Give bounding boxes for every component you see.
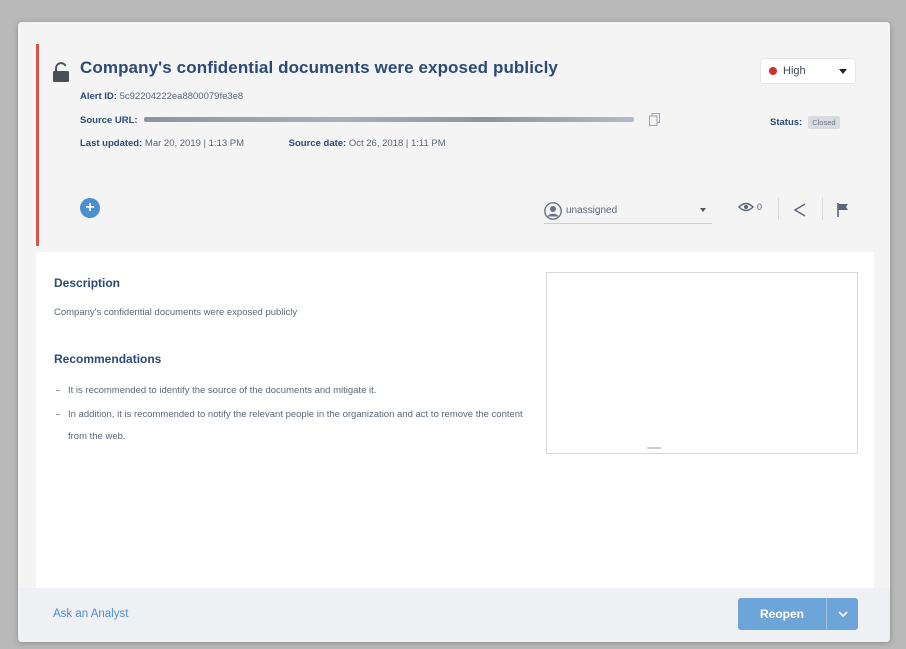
severity-dropdown[interactable]: High <box>760 58 856 84</box>
severity-dot-icon <box>769 67 777 75</box>
eye-icon <box>738 202 754 212</box>
chevron-down-icon <box>700 208 706 212</box>
reopen-button[interactable]: Reopen <box>738 598 826 630</box>
chevron-down-icon <box>837 610 848 617</box>
alert-id-row: Alert ID: 5c92204222ea8800079fe3e8 <box>80 91 243 102</box>
reopen-options-button[interactable] <box>826 598 858 630</box>
user-avatar-icon <box>544 201 562 220</box>
plus-icon: + <box>85 199 95 216</box>
last-updated-value: Mar 20, 2019 | 1:13 PM <box>144 138 245 149</box>
description-heading: Description <box>54 276 121 290</box>
alert-modal: Company's confidential documents were ex… <box>18 22 890 642</box>
alert-id-value: 5c92204222ea8800079fe3e8 <box>119 91 244 102</box>
dates-row: Last updated: Mar 20, 2019 | 1:13 PM Sou… <box>80 138 446 149</box>
alert-footer: Ask an Analyst Reopen <box>18 588 890 642</box>
ask-analyst-link[interactable]: Ask an Analyst <box>53 608 128 620</box>
assignee-value: unassigned <box>566 205 618 216</box>
watch-count: 0 <box>757 202 763 212</box>
alert-header: Company's confidential documents were ex… <box>18 22 890 252</box>
status-badge: Closed <box>808 116 840 129</box>
alert-body: Description Company's confidential docum… <box>36 252 874 588</box>
severity-indicator-bar <box>36 44 39 246</box>
preview-resize-handle[interactable] <box>647 447 661 449</box>
watch-button[interactable]: 0 <box>738 202 762 212</box>
source-url-label: Source URL: <box>80 115 138 127</box>
share-icon[interactable] <box>792 202 808 218</box>
status-row: Status: Closed <box>770 116 840 129</box>
recommendation-item: In addition, it is recommended to notify… <box>54 404 524 448</box>
reopen-split-button: Reopen <box>738 598 858 630</box>
recommendations-list: It is recommended to identify the source… <box>54 380 524 450</box>
alert-title: Company's confidential documents were ex… <box>80 58 558 77</box>
last-updated-label: Last updated: <box>80 138 143 149</box>
description-text: Company's confidential documents were ex… <box>54 307 298 318</box>
unlock-icon <box>53 62 69 82</box>
copy-icon[interactable] <box>648 113 660 126</box>
chevron-down-icon <box>839 69 847 74</box>
toolbar-divider <box>822 198 823 220</box>
toolbar-divider <box>778 198 779 220</box>
source-url-redacted <box>144 117 635 122</box>
source-url-row: Source URL: <box>80 113 660 127</box>
flag-icon[interactable] <box>836 202 850 218</box>
assignee-dropdown[interactable]: unassigned <box>544 198 712 224</box>
add-button[interactable]: + <box>80 198 100 218</box>
source-date-value: Oct 26, 2018 | 1:11 PM <box>348 138 446 149</box>
recommendations-heading: Recommendations <box>54 352 162 366</box>
evidence-preview[interactable] <box>546 272 858 454</box>
status-label: Status: <box>770 117 803 128</box>
recommendation-item: It is recommended to identify the source… <box>54 380 524 402</box>
source-date-label: Source date: <box>288 138 347 149</box>
severity-value: High <box>783 65 806 77</box>
alert-id-label: Alert ID: <box>80 91 117 102</box>
